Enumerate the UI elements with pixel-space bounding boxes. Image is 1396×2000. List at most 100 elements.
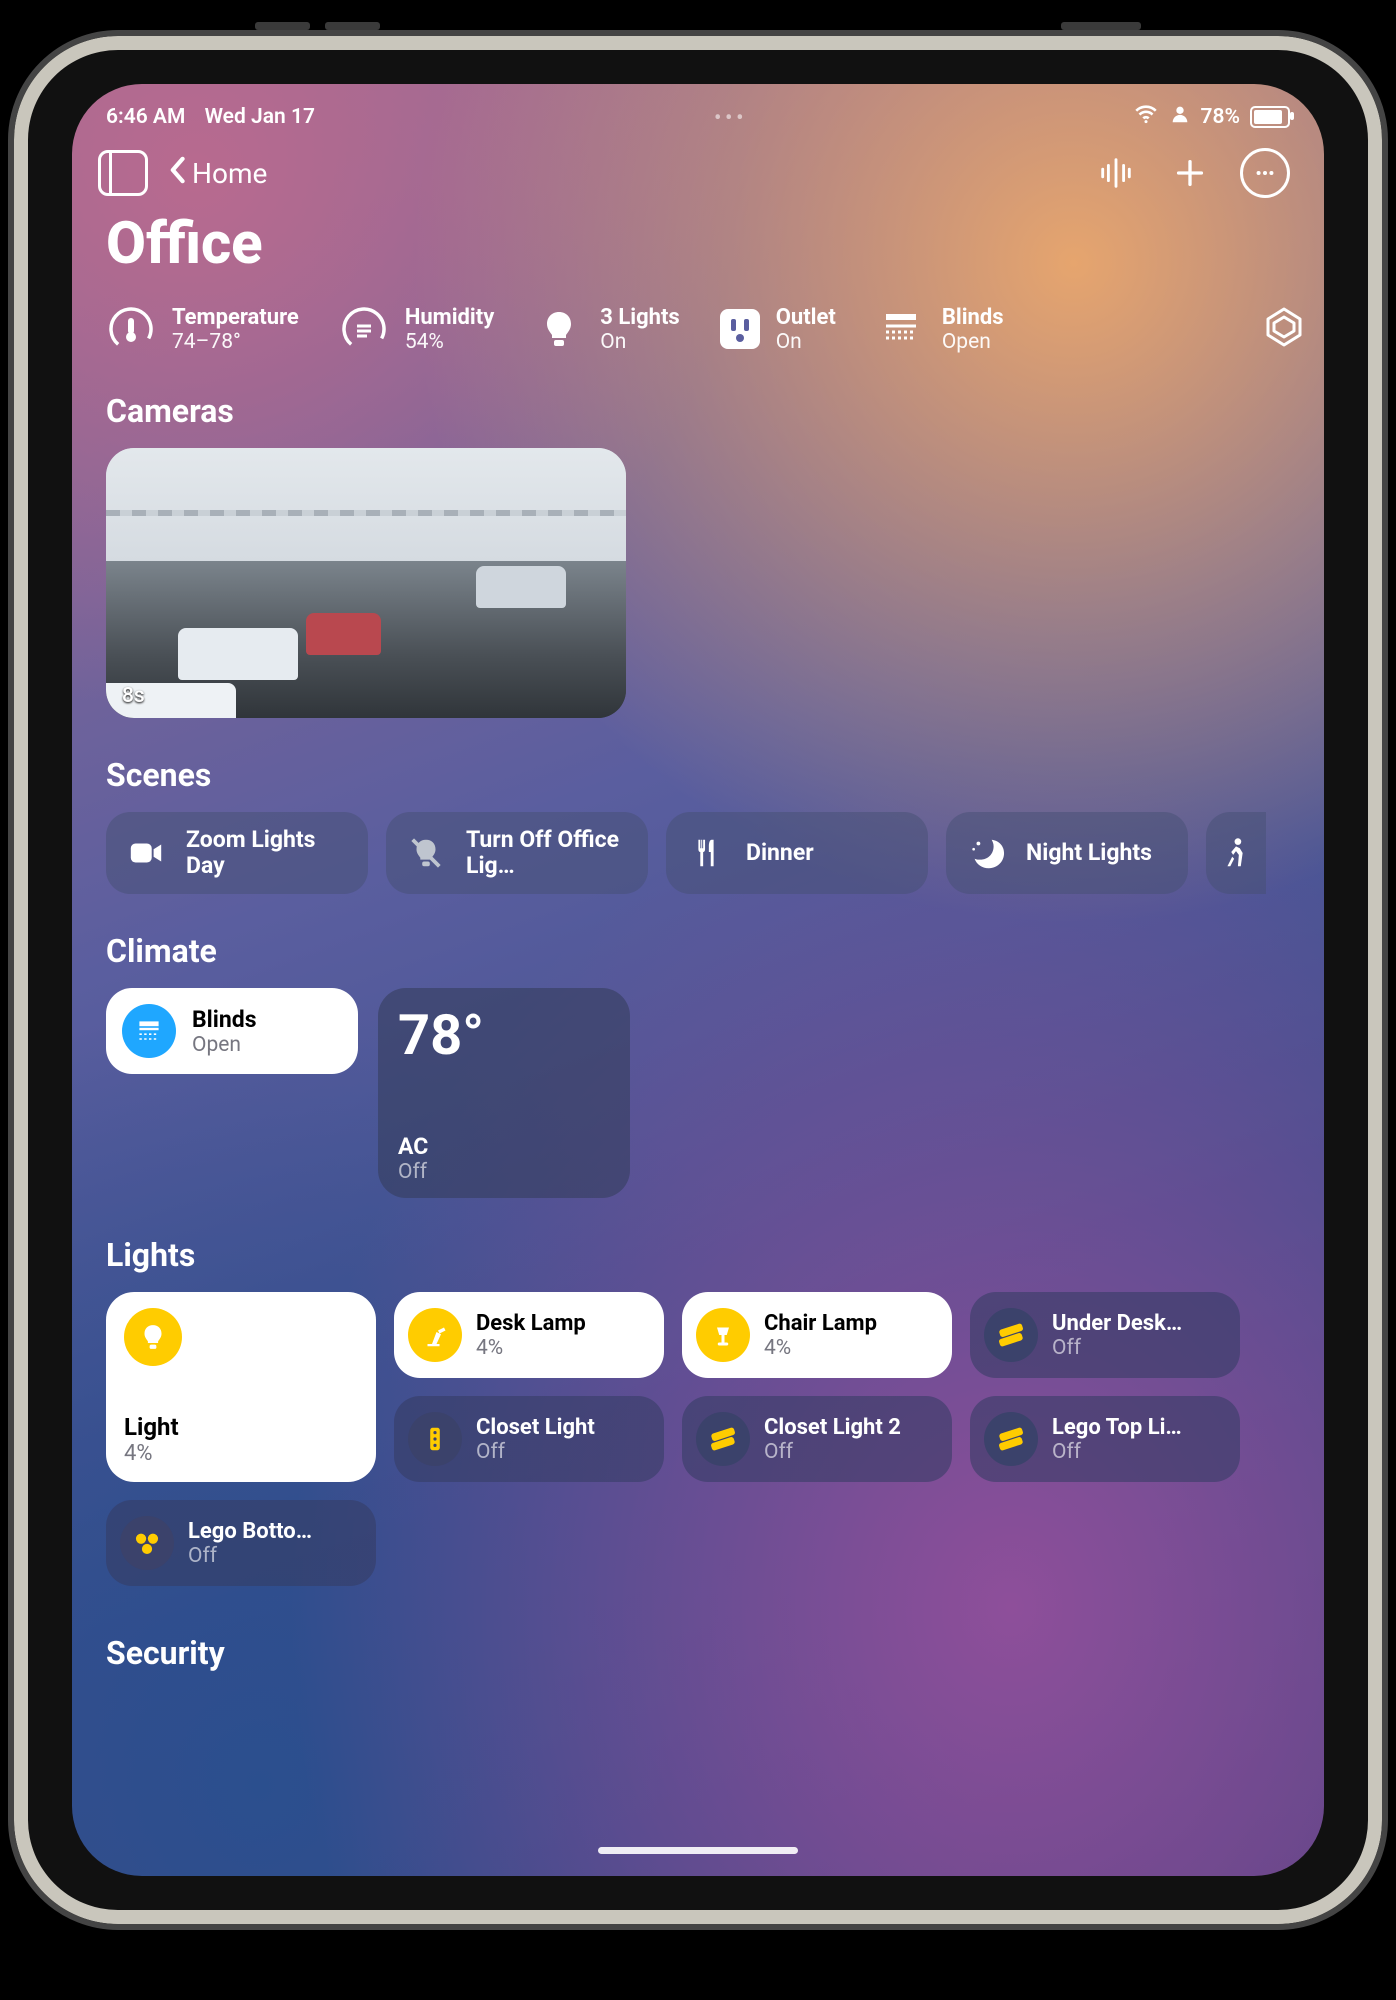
tile-state: 4%	[124, 1441, 358, 1466]
led-strip-icon	[984, 1412, 1038, 1466]
add-button[interactable]	[1166, 149, 1214, 197]
camera-timestamp: 8s	[122, 684, 145, 708]
tile-state: Off	[1052, 1336, 1182, 1360]
summary-lights[interactable]: 3 Lights On	[534, 304, 679, 354]
battery-icon	[1250, 106, 1290, 128]
tile-title: Desk Lamp	[476, 1311, 586, 1336]
light-main-tile[interactable]: Light 4%	[106, 1292, 376, 1482]
scene-dinner[interactable]: Dinner	[666, 812, 928, 894]
tile-title: Lego Botto…	[188, 1519, 312, 1544]
status-date: Wed Jan 17	[205, 105, 315, 129]
light-closet-1-tile[interactable]: Closet Light Off	[394, 1396, 664, 1482]
desk-lamp-icon	[408, 1308, 462, 1362]
home-indicator[interactable]	[598, 1847, 798, 1854]
section-title: Lights	[106, 1236, 1290, 1274]
tile-state: Open	[192, 1033, 257, 1057]
sidebar-toggle-icon[interactable]	[98, 150, 148, 196]
battery-pct: 78%	[1201, 105, 1241, 129]
light-lego-top-tile[interactable]: Lego Top Li… Off	[970, 1396, 1240, 1482]
scene-night-lights[interactable]: Night Lights	[946, 812, 1188, 894]
scene-zoom-lights-day[interactable]: Zoom Lights Day	[106, 812, 368, 894]
led-strip-icon	[120, 1516, 174, 1570]
summary-label: 3 Lights	[600, 305, 679, 330]
moon-icon	[964, 834, 1008, 872]
light-lego-bottom-tile[interactable]: Lego Botto… Off	[106, 1500, 376, 1586]
tile-title: Under Desk…	[1052, 1311, 1182, 1336]
section-title: Scenes	[106, 756, 1290, 794]
summary-more-icon[interactable]	[1264, 305, 1304, 353]
tile-state: Off	[1052, 1440, 1182, 1464]
summary-humidity[interactable]: Humidity 54%	[339, 304, 494, 354]
tile-title: Blinds	[192, 1006, 257, 1033]
outlet-icon	[720, 309, 760, 349]
summary-outlet[interactable]: Outlet On	[720, 305, 836, 354]
summary-blinds[interactable]: Blinds Open	[876, 304, 1004, 354]
scene-label: Night Lights	[1026, 840, 1152, 866]
section-climate: Climate Blinds Open 78° AC Off	[72, 894, 1324, 1198]
summary-label: Humidity	[405, 305, 494, 330]
light-closet-2-tile[interactable]: Closet Light 2 Off	[682, 1396, 952, 1482]
summary-value: 74–78°	[172, 330, 299, 354]
climate-ac-tile[interactable]: 78° AC Off	[378, 988, 630, 1198]
summary-label: Outlet	[776, 305, 836, 330]
status-bar: 6:46 AM Wed Jan 17 ••• 78%	[72, 84, 1324, 140]
light-desk-lamp-tile[interactable]: Desk Lamp 4%	[394, 1292, 664, 1378]
section-scenes: Scenes Zoom Lights Day Turn Off Office L…	[72, 718, 1324, 894]
scene-turn-off-office-lights[interactable]: Turn Off Office Lig…	[386, 812, 648, 894]
thermometer-icon	[106, 304, 156, 354]
table-lamp-icon	[696, 1308, 750, 1362]
section-lights: Lights Light 4% Desk Lamp	[72, 1198, 1324, 1586]
summary-value: 54%	[405, 330, 494, 354]
intercom-button[interactable]	[1092, 149, 1140, 197]
light-under-desk-tile[interactable]: Under Desk… Off	[970, 1292, 1240, 1378]
summary-label: Temperature	[172, 305, 299, 330]
scene-partial-next[interactable]	[1206, 812, 1266, 894]
more-button[interactable]	[1240, 148, 1290, 198]
summary-value: Open	[942, 330, 1004, 354]
tile-state: Off	[476, 1440, 595, 1464]
camera-tile[interactable]: 8s	[106, 448, 626, 718]
screen: 6:46 AM Wed Jan 17 ••• 78%	[72, 84, 1324, 1876]
bulb-icon	[124, 1308, 182, 1366]
tile-title: Closet Light 2	[764, 1415, 901, 1440]
volume-down-button	[325, 22, 380, 30]
tile-title: Chair Lamp	[764, 1311, 877, 1336]
tile-state: Off	[188, 1544, 312, 1568]
user-icon	[1169, 103, 1191, 131]
led-strip-icon	[696, 1412, 750, 1466]
summary-value: On	[600, 330, 679, 354]
tile-state: Off	[398, 1160, 610, 1184]
walk-icon	[1214, 834, 1258, 872]
led-strip-icon	[984, 1308, 1038, 1362]
scene-label: Dinner	[746, 840, 814, 866]
tile-title: Light	[124, 1413, 358, 1441]
section-title: Security	[106, 1634, 1290, 1672]
chevron-left-icon	[168, 156, 186, 191]
back-label: Home	[192, 157, 267, 190]
section-cameras: Cameras 8s	[72, 354, 1324, 718]
tile-title: Closet Light	[476, 1415, 595, 1440]
multitask-dots[interactable]: •••	[329, 105, 1133, 129]
status-time: 6:46 AM	[106, 105, 185, 129]
volume-up-button	[255, 22, 310, 30]
scene-label: Zoom Lights Day	[186, 827, 350, 880]
summary-value: On	[776, 330, 836, 354]
video-icon	[124, 834, 168, 872]
humidity-icon	[339, 304, 389, 354]
tile-title: AC	[398, 1133, 610, 1160]
tile-state: Off	[764, 1440, 901, 1464]
page-title: Office	[72, 202, 1324, 298]
blinds-open-icon	[122, 1004, 176, 1058]
light-chair-lamp-tile[interactable]: Chair Lamp 4%	[682, 1292, 952, 1378]
tile-state: 4%	[476, 1336, 586, 1360]
tile-state: 4%	[764, 1336, 877, 1360]
back-button[interactable]: Home	[168, 156, 267, 191]
fork-knife-icon	[684, 834, 728, 872]
tile-temperature: 78°	[398, 1002, 610, 1068]
summary-temperature[interactable]: Temperature 74–78°	[106, 304, 299, 354]
climate-blinds-tile[interactable]: Blinds Open	[106, 988, 358, 1074]
room-summary-strip: Temperature 74–78° Humidity 54% 3 Lights…	[72, 298, 1324, 354]
wifi-icon	[1133, 101, 1159, 133]
bulb-icon	[534, 304, 584, 354]
power-button	[1061, 22, 1141, 30]
